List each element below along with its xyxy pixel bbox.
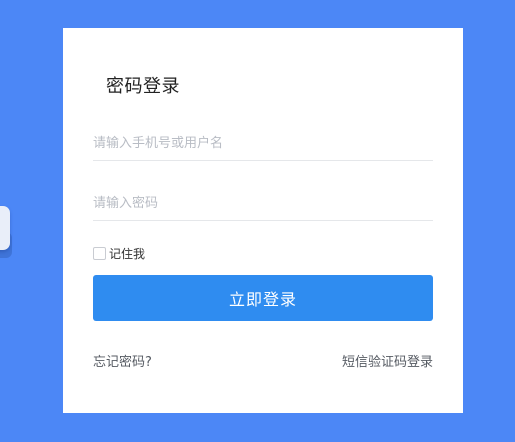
remember-me-checkbox[interactable] xyxy=(93,247,106,260)
login-page: 密码登录 记住我 立即登录 忘记密码? 短信验证码登录 xyxy=(0,0,515,442)
login-card: 密码登录 记住我 立即登录 忘记密码? 短信验证码登录 xyxy=(63,28,463,413)
remember-me-label: 记住我 xyxy=(109,247,146,261)
page-title: 密码登录 xyxy=(106,76,180,97)
remember-me[interactable]: 记住我 xyxy=(93,245,145,262)
forgot-password-link[interactable]: 忘记密码? xyxy=(93,351,152,370)
login-button[interactable]: 立即登录 xyxy=(93,275,433,321)
decorative-shape xyxy=(0,206,10,250)
username-input[interactable] xyxy=(93,126,433,161)
password-input[interactable] xyxy=(93,186,433,221)
sms-login-link[interactable]: 短信验证码登录 xyxy=(342,351,433,370)
